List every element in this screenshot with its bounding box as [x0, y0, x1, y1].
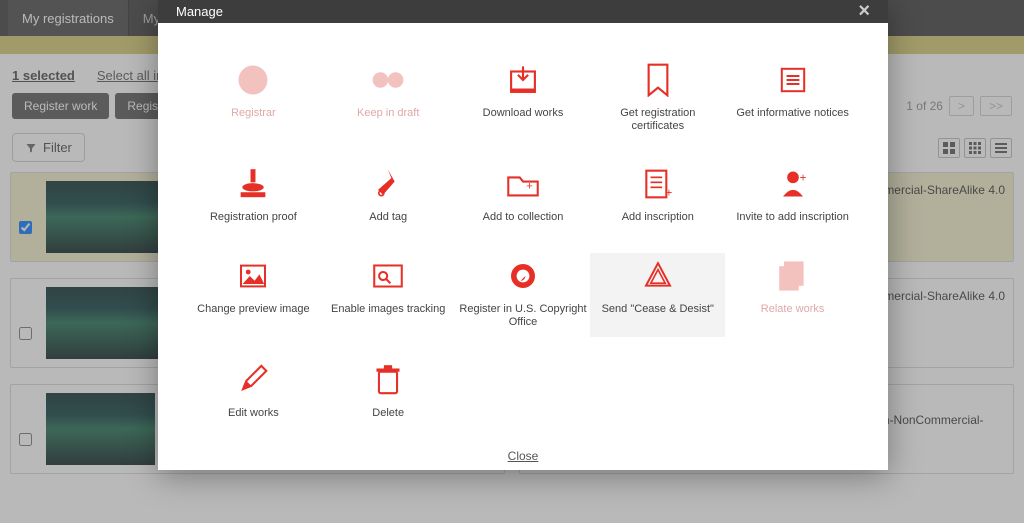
action-icon: [234, 363, 272, 397]
close-icon[interactable]: ×: [858, 0, 870, 23]
modal-action-delete[interactable]: Delete: [321, 357, 456, 428]
action-label: Delete: [372, 407, 404, 420]
svg-text:+: +: [665, 187, 672, 200]
action-label: Send "Cease & Desist": [602, 303, 714, 316]
action-icon: +: [639, 167, 677, 201]
modal-title: Manage: [176, 4, 223, 19]
modal-close-link[interactable]: Close: [508, 449, 539, 463]
action-label: Register in U.S. Copyright Office: [458, 303, 589, 329]
action-label: Enable images tracking: [331, 303, 445, 316]
action-icon: +: [774, 167, 812, 201]
modal-grid: Registrar Keep in draft Download works Get …: [158, 23, 888, 438]
action-label: Add to collection: [483, 211, 564, 224]
modal-action-registration-proof[interactable]: Registration proof: [186, 161, 321, 232]
modal-action-register-in-u-s-copyright-office[interactable]: Register in U.S. Copyright Office: [456, 253, 591, 337]
modal-action-invite-to-add-inscription[interactable]: + Invite to add inscription: [725, 161, 860, 232]
modal-header: Manage ×: [158, 0, 888, 23]
action-label: Get registration certificates: [592, 107, 723, 133]
action-icon: [504, 259, 542, 293]
svg-text:+: +: [799, 172, 806, 185]
action-icon: [234, 63, 272, 97]
action-label: Get informative notices: [736, 107, 849, 120]
svg-text:+: +: [526, 181, 533, 193]
action-icon: [369, 363, 407, 397]
action-icon: [369, 259, 407, 293]
action-icon: [369, 167, 407, 201]
modal-action-registrar: Registrar: [186, 57, 321, 141]
action-label: Keep in draft: [357, 107, 419, 120]
action-label: Invite to add inscription: [736, 211, 849, 224]
action-icon: [369, 63, 407, 97]
action-label: Download works: [483, 107, 564, 120]
modal-action-download-works[interactable]: Download works: [456, 57, 591, 141]
modal-action-send-cease-desist[interactable]: Send "Cease & Desist": [590, 253, 725, 337]
action-label: Registrar: [231, 107, 276, 120]
modal-action-add-tag[interactable]: Add tag: [321, 161, 456, 232]
action-icon: [504, 63, 542, 97]
action-icon: [774, 259, 812, 293]
action-label: Relate works: [761, 303, 825, 316]
modal-action-enable-images-tracking[interactable]: Enable images tracking: [321, 253, 456, 337]
action-icon: +: [504, 167, 542, 201]
modal-action-edit-works[interactable]: Edit works: [186, 357, 321, 428]
action-icon: [234, 259, 272, 293]
modal-action-get-informative-notices[interactable]: Get informative notices: [725, 57, 860, 141]
modal-action-change-preview-image[interactable]: Change preview image: [186, 253, 321, 337]
modal-action-get-registration-certificates[interactable]: Get registration certificates: [590, 57, 725, 141]
modal-action-add-inscription[interactable]: + Add inscription: [590, 161, 725, 232]
action-label: Add inscription: [622, 211, 694, 224]
action-label: Edit works: [228, 407, 279, 420]
action-icon: [774, 63, 812, 97]
modal-action-keep-in-draft: Keep in draft: [321, 57, 456, 141]
action-icon: [639, 63, 677, 97]
action-icon: [234, 167, 272, 201]
action-label: Registration proof: [210, 211, 297, 224]
modal-action-add-to-collection[interactable]: + Add to collection: [456, 161, 591, 232]
modal-action-relate-works: Relate works: [725, 253, 860, 337]
manage-modal: Manage × Registrar Keep in draft Download …: [158, 0, 888, 470]
action-label: Change preview image: [197, 303, 310, 316]
action-label: Add tag: [369, 211, 407, 224]
action-icon: [639, 259, 677, 293]
